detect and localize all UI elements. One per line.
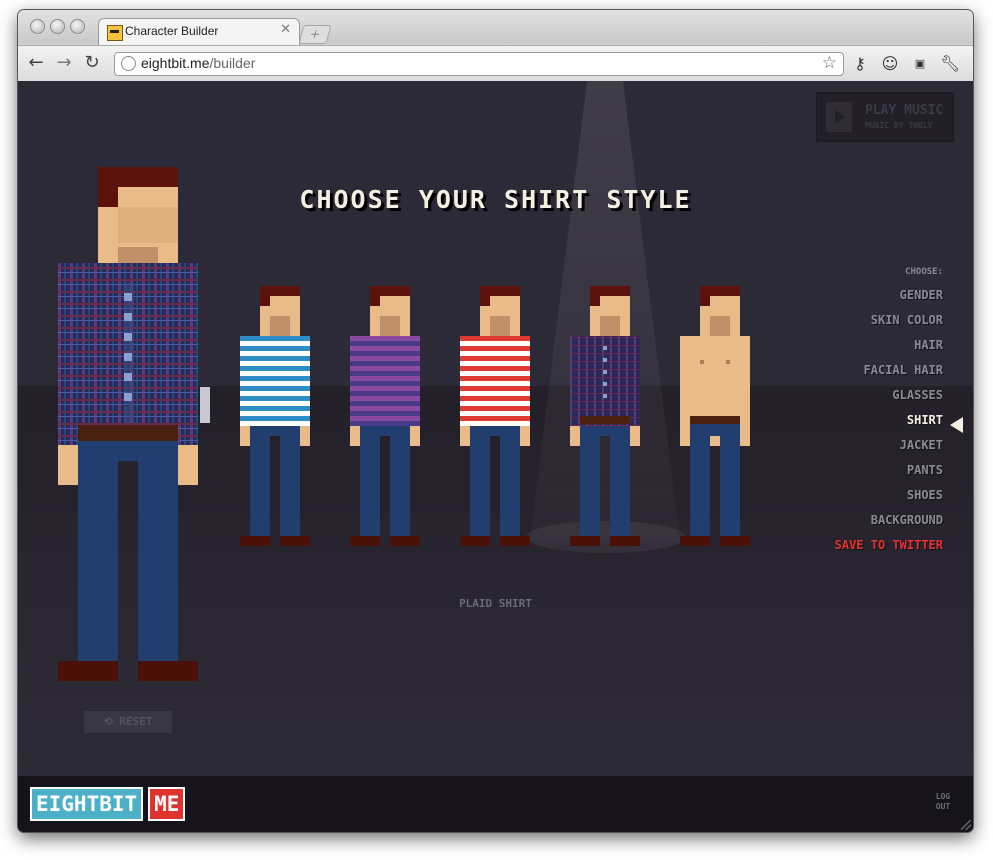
zoom-window-icon[interactable] <box>70 19 85 34</box>
menu-hair[interactable]: HAIR <box>835 336 943 361</box>
logo-eightbit: EIGHTBIT <box>30 787 144 821</box>
page-footer: EIGHTBIT ME LOG OUT <box>18 776 973 832</box>
tab-title: Character Builder <box>125 24 219 38</box>
shirt-option-none[interactable] <box>680 286 752 546</box>
address-bar[interactable]: eightbit.me/builder ☆ <box>114 52 844 76</box>
reset-icon: ⟲ <box>103 715 120 728</box>
play-music-button[interactable]: PLAY MUSIC MUSIC BY TOBLY <box>816 92 954 142</box>
tab-character-builder[interactable]: Character Builder ✕ <box>98 18 300 46</box>
extension-key-icon[interactable]: ⚷ <box>850 54 870 74</box>
shirt-option-red-stripes[interactable] <box>460 286 532 546</box>
reload-icon[interactable]: ↻ <box>82 53 102 73</box>
reset-label: RESET <box>119 715 153 728</box>
resize-grip-icon[interactable] <box>961 820 971 830</box>
browser-toolbar: ← → ↻ eightbit.me/builder ☆ ⚷ ☺ ▣ 🔧︎ <box>18 45 973 82</box>
logo-me: ME <box>148 787 186 821</box>
tab-strip: Character Builder ✕ + <box>18 10 973 46</box>
url-text: eightbit.me/builder <box>141 55 256 71</box>
shirt-option-purple-stripes[interactable] <box>350 286 422 546</box>
character-preview <box>58 167 210 681</box>
music-credit: MUSIC BY TOBLY <box>865 121 933 130</box>
music-title: PLAY MUSIC <box>865 103 944 118</box>
logout-link[interactable]: LOG OUT <box>931 792 955 812</box>
active-menu-arrow-icon <box>950 417 963 433</box>
forward-arrow-icon[interactable]: → <box>54 53 74 73</box>
menu-jacket[interactable]: JACKET <box>835 436 943 461</box>
browser-window: Character Builder ✕ + ← → ↻ eightbit.me/… <box>18 10 973 832</box>
page-content: CHOOSE YOUR SHIRT STYLE PLAY MUSIC MUSIC… <box>18 81 973 832</box>
play-icon <box>826 102 852 132</box>
shirt-option-blue-stripes[interactable] <box>240 286 312 546</box>
builder-menu: CHOOSE: GENDER SKIN COLOR HAIR FACIAL HA… <box>835 267 943 561</box>
menu-header: CHOOSE: <box>905 267 943 277</box>
menu-pants[interactable]: PANTS <box>835 461 943 486</box>
selected-item-label: PLAID SHIRT <box>459 597 532 610</box>
menu-gender[interactable]: GENDER <box>835 286 943 311</box>
extension-tag-icon[interactable]: ▣ <box>910 54 930 74</box>
close-window-icon[interactable] <box>30 19 45 34</box>
bookmark-star-icon[interactable]: ☆ <box>822 53 837 73</box>
menu-shoes[interactable]: SHOES <box>835 486 943 511</box>
reset-button[interactable]: ⟲ RESET <box>84 711 172 733</box>
eightbit-me-logo[interactable]: EIGHTBIT ME <box>30 787 186 821</box>
save-to-twitter-button[interactable]: SAVE TO TWITTER <box>835 536 943 561</box>
menu-shirt[interactable]: SHIRT <box>835 411 943 436</box>
menu-background[interactable]: BACKGROUND <box>835 511 943 536</box>
minimize-window-icon[interactable] <box>50 19 65 34</box>
tab-close-icon[interactable]: ✕ <box>280 22 291 37</box>
favicon-icon <box>107 25 123 41</box>
menu-skin-color[interactable]: SKIN COLOR <box>835 311 943 336</box>
wrench-menu-icon[interactable]: 🔧︎ <box>940 54 960 74</box>
menu-facial-hair[interactable]: FACIAL HAIR <box>835 361 943 386</box>
menu-glasses[interactable]: GLASSES <box>835 386 943 411</box>
new-tab-button[interactable]: + <box>298 25 332 44</box>
back-arrow-icon[interactable]: ← <box>26 53 46 73</box>
shirt-option-plaid[interactable] <box>570 286 642 546</box>
extension-cookie-icon[interactable]: ☺ <box>880 54 900 74</box>
globe-icon <box>121 56 136 71</box>
